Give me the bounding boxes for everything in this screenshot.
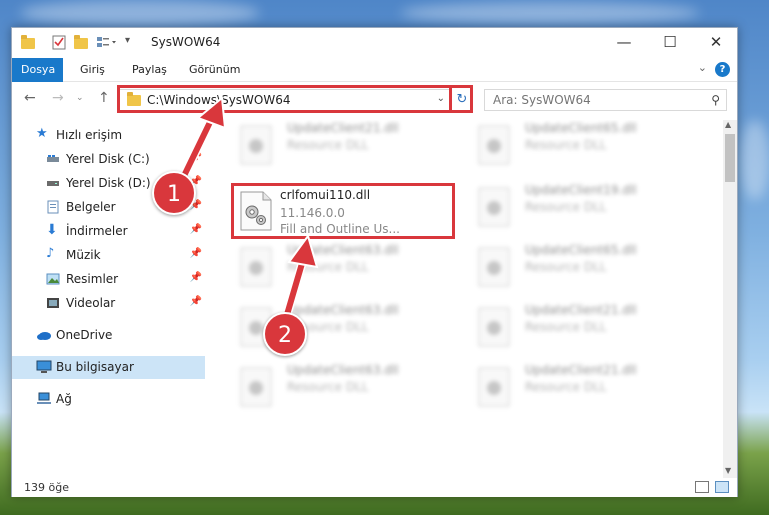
arrow-2 <box>281 233 319 323</box>
step-badge-2: 2 <box>263 312 307 356</box>
step-badge-1: 1 <box>152 171 196 215</box>
arrow-1 <box>177 96 227 185</box>
annotation-arrows <box>177 96 319 323</box>
